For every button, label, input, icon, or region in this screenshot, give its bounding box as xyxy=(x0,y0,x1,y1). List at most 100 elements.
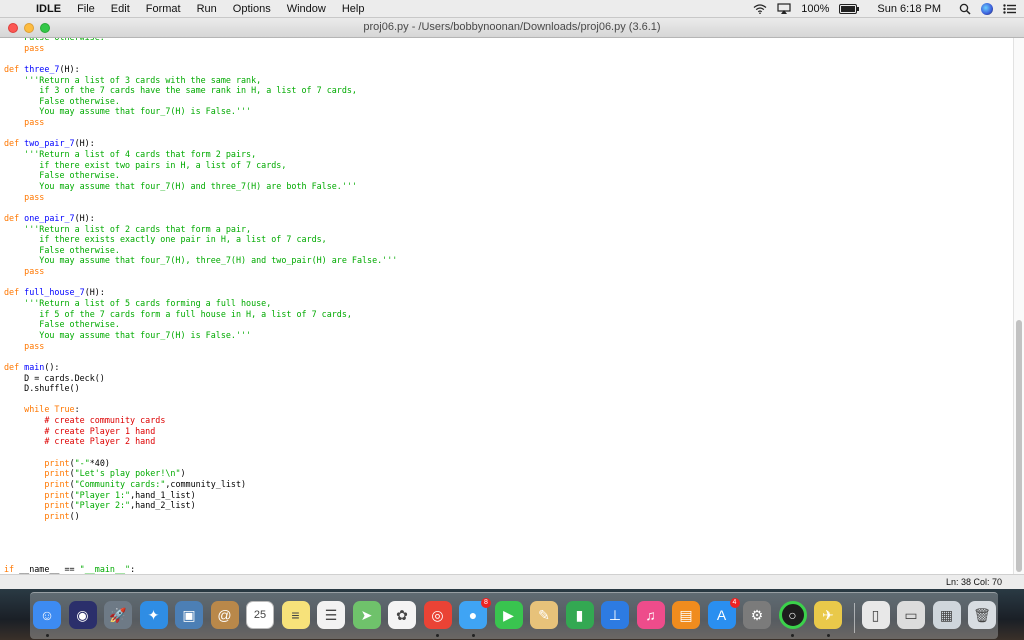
ibooks-icon[interactable]: ▤ xyxy=(672,601,700,629)
scrollbar-thumb[interactable] xyxy=(1016,320,1022,572)
photos-icon[interactable]: ✿ xyxy=(388,601,416,629)
code-line[interactable] xyxy=(4,553,397,564)
code-line[interactable]: print("Community cards:",community_list) xyxy=(4,479,397,490)
menu-edit[interactable]: Edit xyxy=(111,3,130,15)
menu-window[interactable]: Window xyxy=(287,3,326,15)
code-line[interactable] xyxy=(4,351,397,362)
code-token: "Let's play poker!\n" xyxy=(74,468,181,479)
notification-center-icon[interactable] xyxy=(1003,3,1016,14)
code-line[interactable]: def full_house_7(H): xyxy=(4,287,397,298)
code-line[interactable]: print("Player 2:",hand_2_list) xyxy=(4,500,397,511)
code-line[interactable] xyxy=(4,128,397,139)
finder-icon[interactable]: ☺ xyxy=(33,601,61,629)
code-line[interactable]: while True: xyxy=(4,404,397,415)
menu-app-name[interactable]: IDLE xyxy=(36,3,61,15)
code-line[interactable]: if 3 of the 7 cards have the same rank i… xyxy=(4,85,397,96)
code-line[interactable] xyxy=(4,521,397,532)
code-line[interactable]: '''Return a list of 2 cards that form a … xyxy=(4,224,397,235)
code-line[interactable]: False otherwise. xyxy=(4,170,397,181)
clock[interactable]: Sun 6:18 PM xyxy=(877,3,941,15)
python-launcher-icon[interactable]: ✈ xyxy=(814,601,842,629)
battery-icon[interactable] xyxy=(839,3,860,14)
documents-stack-icon[interactable]: ▭ xyxy=(897,601,925,629)
menu-file[interactable]: File xyxy=(77,3,95,15)
keynote-icon[interactable]: ⊥ xyxy=(601,601,629,629)
siri-icon[interactable]: ◉ xyxy=(68,601,97,629)
code-line[interactable]: pass xyxy=(4,192,397,203)
running-indicator xyxy=(436,634,439,637)
code-line[interactable]: '''Return a list of 4 cards that form 2 … xyxy=(4,149,397,160)
code-line[interactable]: print("-"*40) xyxy=(4,458,397,469)
textedit-icon[interactable]: ✎ xyxy=(530,601,558,629)
window-titlebar[interactable]: proj06.py - /Users/bobbynoonan/Downloads… xyxy=(0,18,1024,38)
code-editor[interactable]: False otherwise. pass def three_7(H): '''… xyxy=(0,38,1013,574)
contacts-icon[interactable]: @ xyxy=(210,601,239,629)
airplay-icon[interactable] xyxy=(777,3,791,14)
code-line[interactable]: def main(): xyxy=(4,362,397,373)
code-line[interactable]: def one_pair_7(H): xyxy=(4,213,397,224)
trash-icon[interactable]: 🗑 xyxy=(968,601,996,629)
chrome-icon[interactable]: ◎ xyxy=(423,601,452,629)
code-line[interactable]: D = cards.Deck() xyxy=(4,373,397,384)
code-line[interactable] xyxy=(4,532,397,543)
screenshots-stack-icon[interactable]: ▦ xyxy=(932,601,961,629)
code-line[interactable]: You may assume that four_7(H) is False.'… xyxy=(4,330,397,341)
code-line[interactable]: pass xyxy=(4,341,397,352)
code-token: ,community_list) xyxy=(165,478,247,489)
code-line[interactable]: D.shuffle() xyxy=(4,383,397,394)
code-line[interactable]: False otherwise. xyxy=(4,319,397,330)
code-line[interactable]: if 5 of the 7 cards form a full house in… xyxy=(4,309,397,320)
vertical-scrollbar[interactable] xyxy=(1013,38,1024,574)
code-line[interactable]: # create Player 1 hand xyxy=(4,426,397,437)
itunes-icon[interactable]: ♫ xyxy=(636,601,665,629)
launchpad-icon[interactable]: 🚀 xyxy=(104,601,132,629)
code-line[interactable]: print() xyxy=(4,511,397,522)
menu-help[interactable]: Help xyxy=(342,3,365,15)
code-line[interactable]: if __name__ == "__main__": xyxy=(4,564,397,574)
facetime-icon[interactable]: ▶ xyxy=(494,601,523,629)
code-line[interactable]: if there exists exactly one pair in H, a… xyxy=(4,234,397,245)
code-line[interactable]: You may assume that four_7(H), three_7(H… xyxy=(4,255,397,266)
activity-icon[interactable]: ○ xyxy=(778,601,807,629)
menu-options[interactable]: Options xyxy=(233,3,271,15)
notes-icon[interactable]: ≡ xyxy=(281,601,310,629)
code-line[interactable] xyxy=(4,53,397,64)
code-text[interactable]: False otherwise. pass def three_7(H): '''… xyxy=(4,38,397,574)
spotlight-search-icon[interactable] xyxy=(959,3,971,15)
code-line[interactable]: You may assume that four_7(H) and three_… xyxy=(4,181,397,192)
code-line[interactable]: pass xyxy=(4,266,397,277)
code-line[interactable] xyxy=(4,543,397,554)
messages-icon[interactable]: ● 8 xyxy=(459,598,491,629)
menu-format[interactable]: Format xyxy=(146,3,181,15)
code-line[interactable] xyxy=(4,202,397,213)
code-line[interactable]: pass xyxy=(4,117,397,128)
code-line[interactable]: '''Return a list of 3 cards with the sam… xyxy=(4,75,397,86)
code-line[interactable]: def two_pair_7(H): xyxy=(4,138,397,149)
preview-icon[interactable]: ▣ xyxy=(175,601,203,629)
code-line[interactable]: pass xyxy=(4,43,397,54)
code-line[interactable] xyxy=(4,394,397,405)
code-line[interactable]: def three_7(H): xyxy=(4,64,397,75)
code-line[interactable]: # create community cards xyxy=(4,415,397,426)
reminders-icon[interactable]: ☰ xyxy=(317,601,345,629)
menu-run[interactable]: Run xyxy=(197,3,217,15)
calendar-icon[interactable]: 25 xyxy=(246,601,274,629)
code-line[interactable] xyxy=(4,447,397,458)
safari-icon[interactable]: ✦ xyxy=(139,601,168,629)
maps-icon[interactable]: ➤ xyxy=(352,601,381,629)
numbers-icon[interactable]: ▮ xyxy=(565,601,594,629)
code-line[interactable]: False otherwise. xyxy=(4,245,397,256)
wifi-icon[interactable] xyxy=(753,3,767,14)
code-line[interactable]: False otherwise. xyxy=(4,96,397,107)
code-line[interactable] xyxy=(4,277,397,288)
code-line[interactable]: if there exist two pairs in H, a list of… xyxy=(4,160,397,171)
code-line[interactable]: print("Player 1:",hand_1_list) xyxy=(4,490,397,501)
code-line[interactable]: '''Return a list of 5 cards forming a fu… xyxy=(4,298,397,309)
siri-icon[interactable] xyxy=(981,2,993,15)
code-line[interactable]: # create Player 2 hand xyxy=(4,436,397,447)
app-store-icon[interactable]: A4 xyxy=(707,598,740,629)
downloads-stack-icon[interactable]: ▯ xyxy=(861,601,890,629)
system-preferences-icon[interactable]: ⚙ xyxy=(743,601,771,629)
code-line[interactable]: You may assume that four_7(H) is False.'… xyxy=(4,106,397,117)
code-line[interactable]: print("Let's play poker!\n") xyxy=(4,468,397,479)
